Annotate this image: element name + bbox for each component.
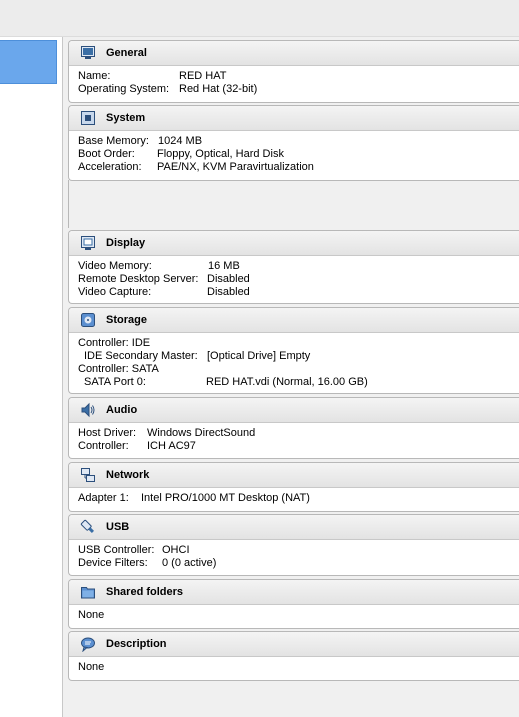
detail-row: Controller: ICH AC97 [78, 440, 196, 452]
section-title: Display [106, 237, 146, 249]
section-system-header[interactable]: System [69, 106, 519, 131]
section-storage-header[interactable]: Storage [69, 308, 519, 333]
section-usb-header[interactable]: USB [69, 515, 519, 540]
detail-row: Device Filters: 0 (0 active) [78, 557, 217, 569]
detail-row: Host Driver: Windows DirectSound [78, 427, 256, 439]
network-icon [80, 467, 96, 483]
details-pane: General Name: RED HAT Operating System: Re… [63, 37, 519, 717]
detail-row: IDE Secondary Master: [Optical Drive] Emp… [84, 350, 311, 362]
detail-row: Controller: IDE [78, 337, 151, 349]
section-description-header[interactable]: Description [69, 632, 519, 657]
section-network: Network Adapter 1: Intel PRO/1000 MT Desk… [68, 462, 519, 512]
section-general-header[interactable]: General [69, 41, 519, 66]
monitor-icon [80, 45, 96, 61]
section-title: USB [106, 521, 130, 533]
section-system: System Base Memory: 1024 MB Boot Order: Fl… [68, 105, 519, 181]
section-shared-folders-header[interactable]: Shared folders [69, 580, 519, 605]
section-network-header[interactable]: Network [69, 463, 519, 488]
section-description: Description None [68, 631, 519, 681]
speaker-icon [80, 402, 96, 418]
section-title: Shared folders [106, 586, 184, 598]
section-shared-folders: Shared folders None [68, 579, 519, 629]
section-storage: Storage Controller: IDE IDE Secondary Ma… [68, 307, 519, 394]
section-title: Audio [106, 404, 138, 416]
detail-row: None [78, 609, 105, 621]
section-title: System [106, 112, 146, 124]
storage-icon [80, 312, 96, 328]
detail-row: None [78, 661, 105, 673]
display-icon [80, 235, 96, 251]
section-general: General Name: RED HAT Operating System: Re… [68, 40, 519, 103]
detail-row: Name: RED HAT [78, 70, 227, 82]
section-audio: Audio Host Driver: Windows DirectSound Co… [68, 397, 519, 459]
section-audio-header[interactable]: Audio [69, 398, 519, 423]
section-title: Description [106, 638, 167, 650]
usb-icon [80, 519, 96, 535]
vm-list[interactable] [0, 37, 63, 717]
chip-icon [80, 110, 96, 126]
detail-row: Video Capture: Disabled [78, 286, 250, 298]
section-title: Network [106, 469, 150, 481]
section-usb: USB USB Controller: OHCI Device Filters: 0… [68, 514, 519, 576]
folder-icon [80, 584, 96, 600]
section-title: Storage [106, 314, 147, 326]
detail-row: USB Controller: OHCI [78, 544, 190, 556]
vm-list-item-selected[interactable] [0, 40, 57, 84]
detail-row: Boot Order: Floppy, Optical, Hard Disk [78, 148, 284, 160]
detail-row: Video Memory: 16 MB [78, 260, 240, 272]
detail-row: Acceleration: PAE/NX, KVM Paravirtualizat… [78, 161, 314, 173]
detail-row: Controller: SATA [78, 363, 159, 375]
toolbar [0, 0, 519, 37]
detail-row: Operating System: Red Hat (32-bit) [78, 83, 258, 95]
detail-row: Remote Desktop Server: Disabled [78, 273, 250, 285]
section-title: General [106, 47, 147, 59]
section-display: Display Video Memory: 16 MB Remote Deskto… [68, 230, 519, 304]
detail-row: SATA Port 0: RED HAT.vdi (Normal, 16.00 G… [84, 376, 368, 388]
detail-row: Adapter 1: Intel PRO/1000 MT Desktop (NAT… [78, 492, 310, 504]
detail-row: Base Memory: 1024 MB [78, 135, 203, 147]
preview-gap [68, 180, 519, 228]
speech-bubble-icon [80, 636, 96, 652]
section-display-header[interactable]: Display [69, 231, 519, 256]
